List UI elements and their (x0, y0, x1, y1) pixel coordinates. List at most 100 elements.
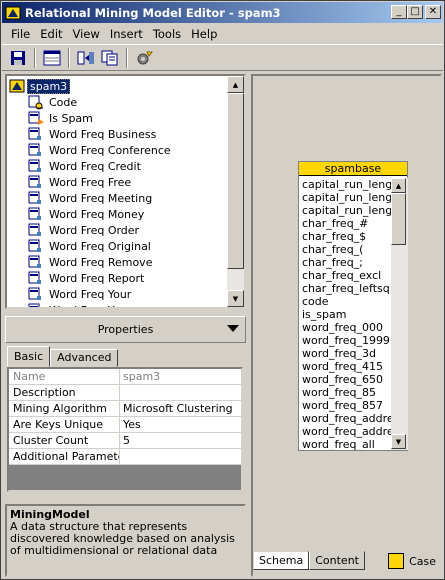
column-icon (28, 303, 40, 307)
schema-column[interactable]: char_freq_( (301, 243, 391, 256)
table-icon (43, 50, 61, 65)
tree-item[interactable]: Word Freq Original (27, 238, 151, 254)
schema-column[interactable]: char_freq_$ (301, 230, 391, 243)
scroll-thumb[interactable] (391, 193, 406, 245)
schema-column[interactable]: is_spam (301, 308, 391, 321)
schema-column[interactable]: char_freq_excl (301, 269, 391, 282)
menu-file[interactable]: File (2, 27, 35, 41)
property-key: Name (9, 369, 120, 384)
maximize-button[interactable]: □ (407, 5, 423, 19)
tree-item[interactable]: Word Freq Your (27, 286, 131, 302)
tree-item[interactable]: Word Freq Money (27, 206, 144, 222)
tree-item-label: Word Freq Money (49, 207, 145, 221)
table-button[interactable] (40, 47, 64, 69)
property-row-additional-params[interactable]: Additional Parameters (9, 449, 241, 465)
property-value[interactable]: 5 (120, 433, 241, 448)
menu-edit[interactable]: Edit (35, 27, 67, 41)
tree-item-label: Word Freq You (49, 304, 127, 308)
property-value[interactable] (120, 449, 241, 464)
scroll-up-button[interactable]: ▲ (391, 178, 406, 193)
schema-column[interactable]: word_freq_1999 (301, 334, 391, 347)
tree-item-label: Word Freq Business (49, 127, 157, 141)
schema-column[interactable]: capital_run_length (301, 204, 391, 217)
properties-header[interactable]: Properties (5, 316, 246, 343)
close-button[interactable]: ✕ (425, 5, 441, 19)
property-row-description[interactable]: Description (9, 385, 241, 401)
schema-column[interactable]: word_freq_000 (301, 321, 391, 334)
column-scrollbar[interactable]: ▲ ▼ (391, 178, 408, 450)
schema-column[interactable]: word_freq_650 (301, 373, 391, 386)
toolbar-separator (34, 47, 36, 68)
save-button[interactable] (6, 47, 30, 69)
property-value[interactable] (120, 385, 241, 400)
property-row-keys-unique[interactable]: Are Keys Unique Yes (9, 417, 241, 433)
property-value[interactable]: Yes (120, 417, 241, 432)
process-button[interactable] (132, 47, 156, 69)
schema-column[interactable]: word_freq_85 (301, 386, 391, 399)
properties-grid: Name spam3 Description Mining Algorithm … (7, 367, 243, 492)
property-key: Description (9, 385, 120, 400)
columns-button[interactable] (74, 47, 98, 69)
property-key: Additional Parameters (9, 449, 120, 464)
tab-schema[interactable]: Schema (253, 551, 310, 570)
property-key: Mining Algorithm (9, 401, 120, 416)
schema-column[interactable]: word_freq_addres (301, 412, 391, 425)
tab-basic[interactable]: Basic (7, 346, 51, 367)
model-tree[interactable]: spam3 Code Is Spam Word Freq Business Word … (5, 74, 246, 309)
menu-view[interactable]: View (68, 27, 105, 41)
tree-item-label: Word Freq Report (49, 271, 145, 285)
tree-scrollbar[interactable]: ▲ ▼ (227, 76, 244, 307)
schema-column[interactable]: char_freq_# (301, 217, 391, 230)
property-row-algorithm[interactable]: Mining Algorithm Microsoft Clustering (9, 401, 241, 417)
tree-item[interactable]: Word Freq Business (27, 126, 156, 142)
schema-table[interactable]: spambase capital_run_lengthcapital_run_l… (298, 161, 408, 451)
schema-column[interactable]: word_freq_415 (301, 360, 391, 373)
column-icon (28, 271, 41, 284)
menu-help[interactable]: Help (186, 27, 222, 41)
column-icon (28, 239, 41, 252)
property-value: spam3 (123, 370, 161, 383)
property-value[interactable]: Microsoft Clustering (120, 401, 241, 416)
scroll-thumb[interactable] (227, 93, 244, 269)
chevron-down-icon[interactable] (227, 325, 239, 332)
schema-tabs: Schema Content (253, 551, 365, 571)
tree-item[interactable]: Word Freq Conference (27, 142, 171, 158)
copy-button[interactable] (98, 47, 122, 69)
tree-root[interactable]: spam3 (9, 78, 71, 94)
description-panel: MiningModel A data structure that repres… (5, 504, 246, 577)
scroll-up-button[interactable]: ▲ (227, 76, 244, 93)
tree-item[interactable]: Word Freq Credit (27, 158, 141, 174)
tree-item[interactable]: Word Freq Meeting (27, 190, 152, 206)
tab-content[interactable]: Content (309, 551, 365, 570)
schema-column[interactable]: capital_run_length (301, 178, 391, 191)
menu-bar: File Edit View Insert Tools Help (2, 24, 443, 43)
tree-item[interactable]: Word Freq Order (27, 222, 139, 238)
tab-advanced[interactable]: Advanced (50, 349, 119, 367)
schema-column[interactable]: char_freq_leftsq (301, 282, 391, 295)
schema-column[interactable]: word_freq_addres (301, 425, 391, 438)
scroll-down-button[interactable]: ▼ (391, 434, 406, 449)
column-icon (28, 207, 41, 220)
minimize-button[interactable]: _ (391, 5, 407, 19)
tree-item[interactable]: Word Freq You (27, 302, 127, 307)
tree-item[interactable]: Word Freq Report (27, 270, 144, 286)
schema-column[interactable]: char_freq_; (301, 256, 391, 269)
menu-insert[interactable]: Insert (105, 27, 148, 41)
tree-item[interactable]: Code (27, 94, 77, 110)
property-row-name[interactable]: Name spam3 (9, 369, 241, 385)
menu-tools[interactable]: Tools (148, 27, 186, 41)
schema-column[interactable]: code (301, 295, 391, 308)
tree-item[interactable]: Word Freq Free (27, 174, 131, 190)
schema-column[interactable]: word_freq_3d (301, 347, 391, 360)
tree-item[interactable]: Is Spam (27, 110, 93, 126)
column-icon (28, 223, 41, 236)
schema-column[interactable]: capital_run_length (301, 191, 391, 204)
tree-item[interactable]: Word Freq Remove (27, 254, 152, 270)
title-bar[interactable]: Relational Mining Model Editor - spam3 _… (2, 2, 443, 23)
property-row-cluster-count[interactable]: Cluster Count 5 (9, 433, 241, 449)
description-text: A data structure that represents discove… (10, 520, 235, 557)
scroll-down-button[interactable]: ▼ (227, 290, 244, 307)
schema-column[interactable]: word_freq_857 (301, 399, 391, 412)
process-icon (137, 51, 153, 64)
schema-column[interactable]: word_freq_all (301, 438, 391, 450)
